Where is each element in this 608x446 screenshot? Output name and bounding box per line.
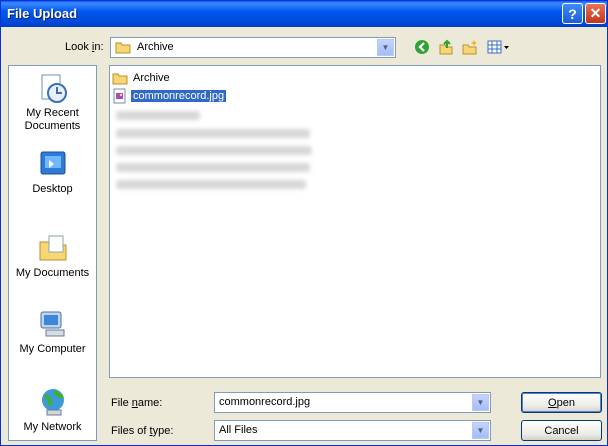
- file-name-label: File name:: [111, 397, 163, 409]
- look-in-value: Archive: [137, 41, 174, 53]
- views-menu-icon: [487, 40, 509, 54]
- list-item[interactable]: commonrecord.jpg: [112, 88, 228, 104]
- open-button[interactable]: Open: [521, 392, 602, 413]
- place-my-network[interactable]: My Network: [9, 386, 96, 440]
- look-in-combobox[interactable]: Archive ▼: [110, 37, 396, 58]
- redacted-entry: [116, 180, 306, 189]
- redacted-entry: [116, 163, 310, 172]
- cancel-button[interactable]: Cancel: [521, 420, 602, 441]
- image-file-icon: [113, 88, 126, 104]
- folder-icon: [112, 73, 128, 84]
- my-computer-icon: [40, 311, 64, 337]
- back-icon: [415, 40, 429, 54]
- back-button[interactable]: [412, 38, 432, 56]
- folder-icon: [115, 41, 131, 57]
- redacted-entry: [116, 146, 312, 155]
- file-list[interactable]: Archive commonrecord.jpg: [109, 65, 601, 378]
- new-folder-icon: [462, 40, 477, 55]
- chevron-down-icon: ▼: [476, 426, 485, 435]
- file-name-combobox[interactable]: commonrecord.jpg ▼: [214, 392, 491, 413]
- look-in-dropdown-button[interactable]: ▼: [377, 39, 394, 56]
- place-desktop[interactable]: Desktop: [9, 148, 96, 214]
- place-my-documents[interactable]: My Documents: [9, 232, 96, 298]
- up-folder-button[interactable]: [436, 38, 456, 56]
- file-name: commonrecord.jpg: [129, 89, 228, 103]
- close-button[interactable]: ✕: [585, 3, 606, 24]
- chevron-down-icon: ▼: [381, 43, 390, 52]
- views-menu-button[interactable]: [486, 38, 512, 56]
- my-documents-icon: [39, 235, 66, 261]
- desktop-icon: [40, 151, 65, 175]
- help-icon: ?: [568, 5, 577, 22]
- file-type-label: Files of type:: [111, 425, 174, 437]
- new-folder-button[interactable]: [460, 38, 480, 56]
- place-my-computer[interactable]: My Computer: [9, 308, 96, 374]
- place-label: My Network: [23, 421, 82, 433]
- file-upload-dialog: File Upload ? ✕ Look in: Archive ▼ My Re…: [0, 0, 608, 446]
- file-type-select[interactable]: All Files ▼: [214, 420, 491, 441]
- close-icon: ✕: [589, 5, 602, 21]
- place-label: My Computer: [19, 343, 86, 355]
- place-label: Desktop: [32, 183, 73, 195]
- window-title: File Upload: [7, 6, 78, 21]
- chevron-down-icon: ▼: [476, 398, 485, 407]
- list-item[interactable]: Archive: [112, 70, 172, 86]
- up-folder-icon: [439, 39, 453, 55]
- recent-documents-icon: [41, 74, 67, 103]
- title-bar[interactable]: File Upload ? ✕: [1, 1, 607, 27]
- places-bar: My Recent Documents Desktop My Documents…: [8, 65, 97, 441]
- my-network-icon: [41, 389, 64, 416]
- file-type-dropdown-button[interactable]: ▼: [472, 422, 489, 439]
- place-label: My Recent Documents: [24, 107, 81, 132]
- redacted-entry: [116, 111, 200, 120]
- file-name-dropdown-button[interactable]: ▼: [472, 394, 489, 411]
- help-button[interactable]: ?: [562, 3, 583, 24]
- place-my-recent-documents[interactable]: My Recent Documents: [9, 72, 96, 138]
- place-label: My Documents: [15, 267, 90, 279]
- file-name: Archive: [133, 72, 170, 84]
- redacted-entry: [116, 129, 310, 138]
- look-in-label: Look in:: [65, 41, 104, 53]
- file-name-input[interactable]: commonrecord.jpg: [219, 396, 310, 408]
- file-type-value: All Files: [219, 424, 258, 436]
